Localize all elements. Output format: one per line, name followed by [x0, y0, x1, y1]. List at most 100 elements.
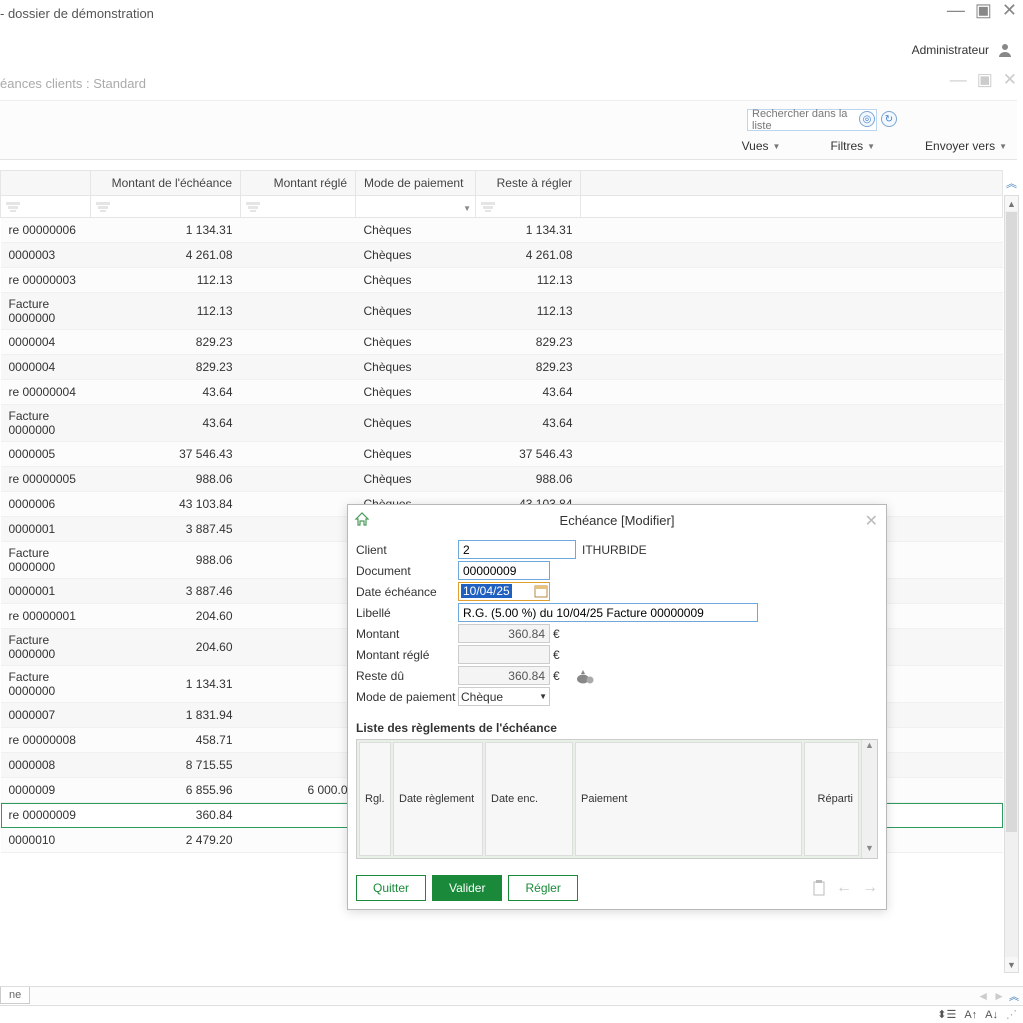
- table-cell: 4 261.08: [476, 243, 581, 268]
- table-row[interactable]: re 0000000443.64Chèques43.64: [1, 380, 1003, 405]
- scroll-down-icon[interactable]: ▼: [862, 843, 877, 858]
- reglements-scrollbar[interactable]: ▲ ▼: [861, 740, 877, 858]
- bottom-tab[interactable]: ne: [0, 987, 30, 1004]
- grip-icon[interactable]: ⋰: [1006, 1008, 1017, 1021]
- table-cell: 0000008: [1, 753, 91, 778]
- font-increase-icon[interactable]: A↑: [964, 1009, 977, 1021]
- table-row[interactable]: Facture 000000043.64Chèques43.64: [1, 405, 1003, 442]
- col-reste-regler[interactable]: Reste à régler: [476, 171, 581, 196]
- tab-scroll-right-icon[interactable]: ►: [993, 989, 1005, 1003]
- arrow-right-icon[interactable]: →: [862, 879, 878, 897]
- close-icon[interactable]: ✕: [1002, 0, 1017, 21]
- table-cell: 112.13: [476, 293, 581, 330]
- dialog-close-icon[interactable]: ✕: [865, 511, 878, 531]
- table-row[interactable]: re 00000005988.06Chèques988.06: [1, 467, 1003, 492]
- sub-minimize-icon[interactable]: —: [950, 70, 967, 90]
- document-input[interactable]: [458, 561, 550, 580]
- clipboard-icon[interactable]: [812, 880, 826, 896]
- table-cell: [241, 243, 356, 268]
- font-decrease-icon[interactable]: A↓: [985, 1009, 998, 1021]
- table-row[interactable]: 000000537 546.43Chèques37 546.43: [1, 442, 1003, 467]
- date-value-selected: 10/04/25: [461, 584, 512, 598]
- filter-cell[interactable]: [91, 196, 241, 218]
- table-row[interactable]: re 000000061 134.31Chèques1 134.31: [1, 218, 1003, 243]
- libelle-input[interactable]: [458, 603, 758, 622]
- col-montant-echeance[interactable]: Montant de l'échéance: [91, 171, 241, 196]
- vertical-scrollbar[interactable]: ▲ ▼: [1004, 195, 1019, 973]
- reglements-section-title: Liste des règlements de l'échéance: [356, 721, 878, 735]
- table-cell: [241, 405, 356, 442]
- table-row[interactable]: re 00000003112.13Chèques112.13: [1, 268, 1003, 293]
- table-cell: 43.64: [476, 380, 581, 405]
- table-row[interactable]: 0000004829.23Chèques829.23: [1, 355, 1003, 380]
- calendar-icon[interactable]: [534, 584, 548, 598]
- admin-label: Administrateur: [912, 43, 989, 57]
- table-cell: 829.23: [476, 355, 581, 380]
- scroll-down-icon[interactable]: ▼: [1005, 957, 1018, 972]
- table-cell: 829.23: [476, 330, 581, 355]
- col-doc[interactable]: [1, 171, 91, 196]
- envoyer-menu[interactable]: Envoyer vers ▼: [925, 139, 1007, 153]
- col-paiement[interactable]: Paiement: [575, 742, 802, 856]
- table-cell: 0000003: [1, 243, 91, 268]
- table-cell: Chèques: [356, 355, 476, 380]
- table-cell: 0000007: [1, 703, 91, 728]
- scroll-thumb[interactable]: [1006, 212, 1017, 832]
- filtres-menu[interactable]: Filtres ▼: [830, 139, 875, 153]
- table-cell: re 00000005: [1, 467, 91, 492]
- table-cell: 1 134.31: [91, 218, 241, 243]
- collapse-chevrons-icon[interactable]: ︽: [1006, 175, 1017, 191]
- target-icon[interactable]: ◎: [859, 111, 875, 127]
- filter-cell[interactable]: [476, 196, 581, 218]
- table-cell: 43.64: [476, 405, 581, 442]
- sub-maximize-icon[interactable]: ▣: [977, 70, 993, 90]
- table-cell: [241, 753, 356, 778]
- arrow-left-icon[interactable]: ←: [836, 879, 852, 897]
- mode-paiement-select[interactable]: Chèque ▼: [458, 687, 550, 706]
- filter-cell[interactable]: [1, 196, 91, 218]
- moneybag-icon[interactable]: [576, 668, 594, 684]
- reste-du-input: [458, 666, 550, 685]
- scroll-up-icon[interactable]: ▲: [1005, 196, 1018, 211]
- col-mode-paiement[interactable]: Mode de paiement: [356, 171, 476, 196]
- col-reparti[interactable]: Réparti: [804, 742, 859, 856]
- table-cell: 204.60: [91, 629, 241, 666]
- expand-chevrons-icon[interactable]: ︽: [1009, 988, 1019, 1003]
- filter-cell[interactable]: [241, 196, 356, 218]
- home-icon[interactable]: [354, 511, 370, 527]
- scroll-up-icon[interactable]: ▲: [862, 740, 877, 755]
- col-montant-regle[interactable]: Montant réglé: [241, 171, 356, 196]
- regler-button[interactable]: Régler: [508, 875, 577, 901]
- line-spacing-icon[interactable]: ⬍☰: [937, 1008, 956, 1021]
- refresh-icon[interactable]: ↻: [881, 111, 897, 127]
- chevron-down-icon: ▼: [773, 142, 781, 151]
- minimize-icon[interactable]: —: [947, 0, 965, 21]
- col-rgl[interactable]: Rgl.: [359, 742, 391, 856]
- quitter-button[interactable]: Quitter: [356, 875, 426, 901]
- table-cell: [241, 666, 356, 703]
- table-row[interactable]: Facture 0000000112.13Chèques112.13: [1, 293, 1003, 330]
- chevron-down-icon: ▼: [539, 692, 547, 701]
- table-cell: 37 546.43: [476, 442, 581, 467]
- table-cell: [241, 442, 356, 467]
- table-cell: [241, 629, 356, 666]
- table-cell: 112.13: [476, 268, 581, 293]
- client-code-input[interactable]: [458, 540, 576, 559]
- vues-menu[interactable]: Vues ▼: [742, 139, 781, 153]
- col-date-enc[interactable]: Date enc.: [485, 742, 573, 856]
- table-cell: [241, 604, 356, 629]
- col-date-reg[interactable]: Date règlement: [393, 742, 483, 856]
- valider-button[interactable]: Valider: [432, 875, 502, 901]
- table-row[interactable]: 00000034 261.08Chèques4 261.08: [1, 243, 1003, 268]
- sub-close-icon[interactable]: ✕: [1003, 70, 1017, 90]
- search-dropdown[interactable]: Rechercher dans la liste ▼: [747, 109, 877, 131]
- table-row[interactable]: 0000004829.23Chèques829.23: [1, 330, 1003, 355]
- subwindow-title: éances clients : Standard: [0, 76, 146, 91]
- tab-scroll-left-icon[interactable]: ◄: [977, 989, 989, 1003]
- table-cell: 43.64: [91, 380, 241, 405]
- filter-cell[interactable]: ▼: [356, 196, 476, 218]
- maximize-icon[interactable]: ▣: [975, 0, 992, 21]
- filter-icon: [245, 201, 261, 213]
- table-cell: 829.23: [91, 330, 241, 355]
- table-cell: 0000004: [1, 355, 91, 380]
